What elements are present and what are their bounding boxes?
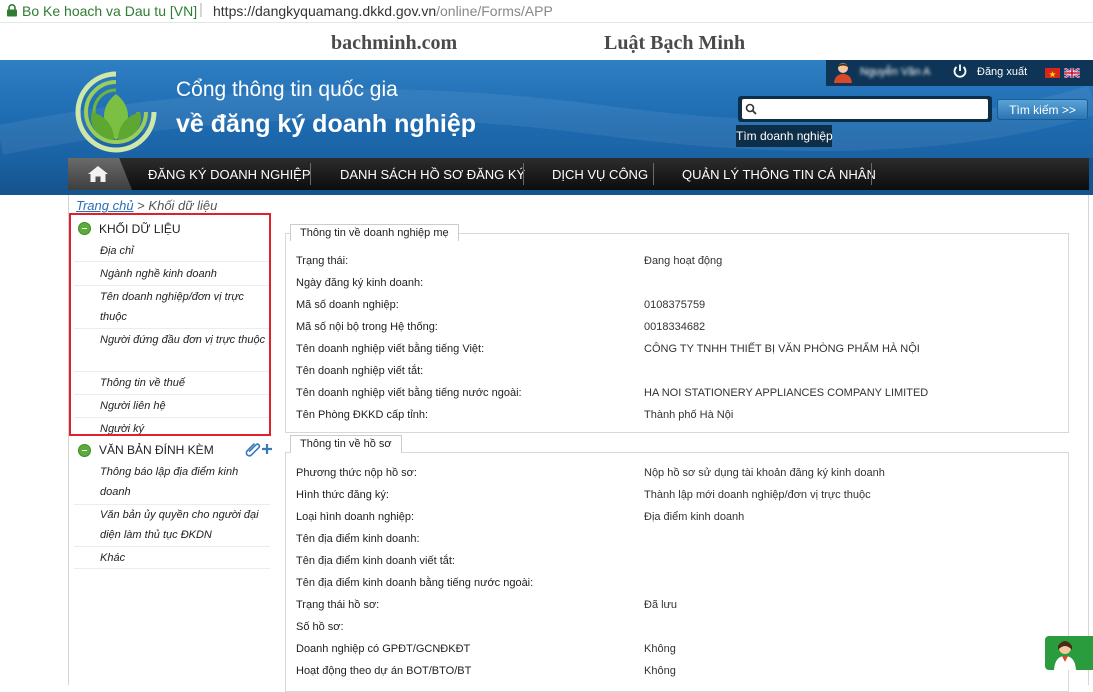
field-value: Không	[644, 643, 676, 655]
search-button[interactable]: Tìm kiếm >>	[997, 99, 1088, 120]
nav-band-right	[1089, 158, 1093, 192]
nav-personal-info[interactable]: QUẢN LÝ THÔNG TIN CÁ NHÂN	[682, 167, 876, 182]
highlight-annotation	[69, 213, 271, 436]
watermark-site: bachminh.com	[331, 32, 458, 54]
field-value: 0018334682	[644, 321, 706, 333]
field-value: Địa điểm kinh doanh	[644, 511, 745, 523]
collapse-icon[interactable]	[78, 444, 91, 457]
power-icon[interactable]	[952, 63, 968, 79]
sidebar-divider	[74, 568, 270, 569]
nav-divider	[653, 163, 654, 185]
field-value: Đang hoạt động	[644, 255, 723, 267]
field-label: Mã số nội bộ trong Hệ thống:	[296, 321, 438, 333]
field-value: Không	[644, 665, 676, 677]
site-identity[interactable]: Bo Ke hoach va Dau tu [VN]	[22, 3, 197, 19]
field-label: Số hồ sơ:	[296, 621, 344, 633]
field-value: CÔNG TY TNHH THIẾT BỊ VĂN PHÒNG PHẨM HÀ …	[644, 343, 920, 355]
dossier-section	[285, 452, 1069, 692]
url-separator: |	[199, 1, 203, 18]
field-label: Tên doanh nghiệp viết bằng tiếng nước ng…	[296, 387, 522, 399]
breadcrumb-separator: >	[137, 198, 145, 213]
nav-divider	[871, 163, 872, 185]
field-label: Ngày đăng ký kinh doanh:	[296, 277, 424, 289]
field-label: Phương thức nộp hồ sơ:	[296, 467, 417, 479]
field-label: Trạng thái:	[296, 255, 349, 267]
field-value: Đã lưu	[644, 599, 678, 611]
sidebar-attachments-title[interactable]: VĂN BẢN ĐÍNH KÈM	[99, 443, 214, 457]
sidebar-item-location-notice[interactable]: Thông báo lập địa điểm kinh doanh	[100, 462, 266, 502]
lock-icon	[7, 4, 17, 17]
field-label: Mã số doanh nghiệp:	[296, 299, 399, 311]
attach-add-icon[interactable]	[243, 440, 273, 458]
nav-band-left	[0, 158, 68, 192]
support-agent-icon	[1054, 641, 1076, 670]
breadcrumb-current: Khối dữ liệu	[148, 198, 218, 213]
nav-registration-list[interactable]: DANH SÁCH HỒ SƠ ĐĂNG KÝ	[340, 167, 525, 182]
field-label: Hoạt động theo dự án BOT/BTO/BT	[296, 665, 472, 677]
portal-title-line1: Cổng thông tin quốc gia	[176, 78, 398, 101]
sidebar-item-other[interactable]: Khác	[100, 548, 266, 568]
url-path: /online/Forms/APP	[436, 3, 553, 19]
sidebar-divider	[74, 546, 270, 547]
breadcrumb: Trang chủ > Khối dữ liệu	[76, 198, 217, 213]
parent-company-legend: Thông tin về doanh nghiệp mẹ	[290, 224, 459, 245]
field-label: Tên địa điểm kinh doanh bằng tiếng nước …	[296, 577, 534, 589]
watermark-strip	[0, 23, 1093, 60]
portal-title-line2: về đăng ký doanh nghiệp	[176, 110, 477, 138]
home-icon[interactable]	[87, 165, 109, 183]
search-input[interactable]	[742, 99, 988, 119]
field-value: Thành phố Hà Nội	[644, 409, 734, 421]
breadcrumb-home-link[interactable]: Trang chủ	[76, 198, 134, 213]
field-label: Tên Phòng ĐKKD cấp tỉnh:	[296, 409, 429, 421]
field-value: HA NOI STATIONERY APPLIANCES COMPANY LIM…	[644, 387, 929, 399]
field-label: Tên địa điểm kinh doanh:	[296, 533, 420, 545]
user-name[interactable]: Nguyễn Văn A	[860, 66, 930, 78]
field-value: 0108375759	[644, 299, 706, 311]
field-label: Tên địa điểm kinh doanh viết tắt:	[296, 555, 455, 567]
english-flag-icon[interactable]	[1064, 68, 1080, 78]
field-value: Nộp hồ sơ sử dụng tài khoản đăng ký kinh…	[644, 467, 885, 479]
portal-logo[interactable]	[70, 66, 162, 156]
nav-business-registration[interactable]: ĐĂNG KÝ DOANH NGHIỆP	[148, 167, 311, 182]
nav-public-services[interactable]: DỊCH VỤ CÔNG	[552, 167, 648, 182]
url-host: https://dangkyquamang.dkkd.gov.vn	[213, 3, 437, 19]
find-business-tab[interactable]: Tìm doanh nghiệp	[736, 125, 833, 147]
field-label: Doanh nghiệp có GPĐT/GCNĐKĐT	[296, 643, 471, 655]
support-chat-button[interactable]	[1045, 636, 1093, 670]
field-label: Loại hình doanh nghiệp:	[296, 511, 415, 523]
nav-divider	[523, 163, 524, 185]
field-label: Tên doanh nghiệp viết tắt:	[296, 365, 424, 377]
field-value: Thành lập mới doanh nghiệp/đơn vị trực t…	[644, 489, 871, 501]
vietnamese-flag-icon[interactable]	[1045, 68, 1060, 78]
star-icon	[1049, 71, 1056, 78]
field-label: Hình thức đăng ký:	[296, 489, 389, 501]
field-label: Trạng thái hồ sơ:	[296, 599, 380, 611]
field-label: Tên doanh nghiệp viết bằng tiếng Việt:	[296, 343, 485, 355]
dossier-legend: Thông tin về hồ sơ	[290, 435, 402, 456]
logout-link[interactable]: Đăng xuất	[977, 66, 1027, 78]
search-icon	[745, 103, 757, 115]
sidebar-item-power-of-attorney[interactable]: Văn bản ủy quyền cho người đại diện làm …	[100, 505, 266, 545]
url-text[interactable]: https://dangkyquamang.dkkd.gov.vn/online…	[213, 3, 553, 19]
nav-divider	[310, 163, 311, 185]
watermark-brand: Luật Bạch Minh	[604, 32, 746, 54]
user-avatar-icon[interactable]	[832, 61, 854, 83]
